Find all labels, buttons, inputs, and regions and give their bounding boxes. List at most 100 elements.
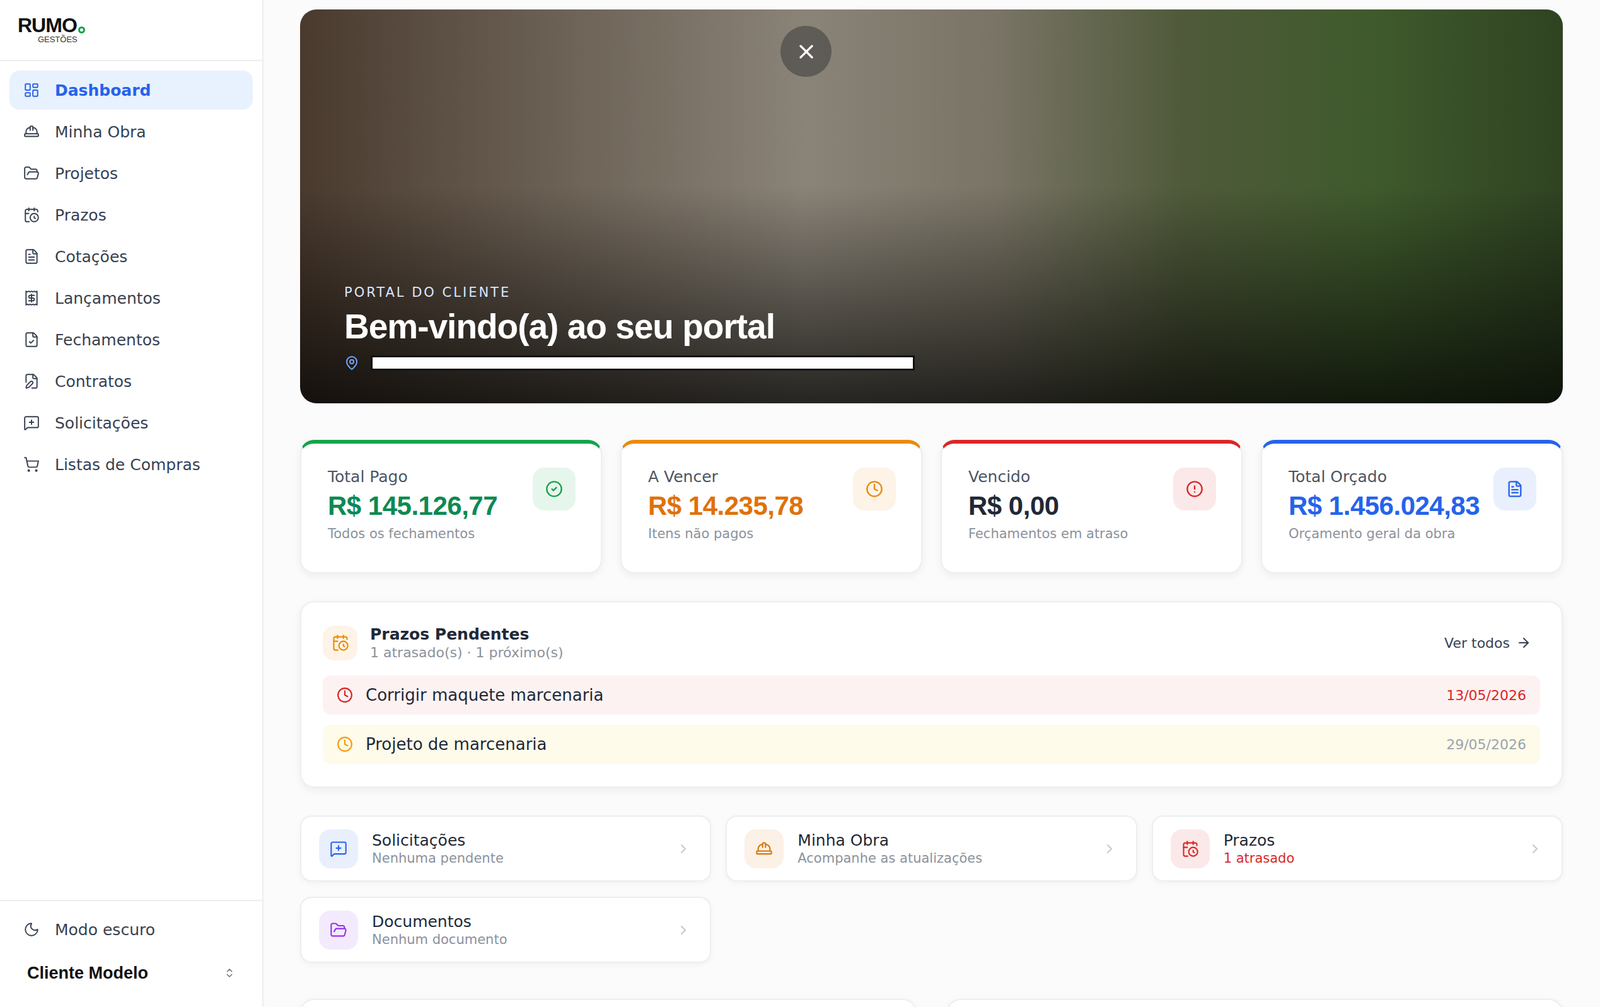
view-all-link[interactable]: Ver todos: [1444, 635, 1532, 652]
shortcut-note: Nenhuma pendente: [371, 851, 662, 867]
close-button[interactable]: [780, 25, 832, 77]
chevron-right-icon: [675, 841, 691, 857]
chevron-right-icon: [1527, 841, 1543, 857]
logo-name: RUMO: [17, 15, 77, 36]
stat-value: R$ 0,00: [968, 491, 1128, 522]
sidebar-item[interactable]: Listas de Compras: [9, 445, 253, 485]
stat-note: Orçamento geral da obra: [1288, 526, 1480, 542]
shortcut-text: SolicitaçõesNenhuma pendente: [371, 831, 662, 867]
shortcut-card[interactable]: DocumentosNenhum documento: [300, 897, 712, 964]
sidebar-item-label: Dashboard: [54, 81, 151, 100]
map-pin-icon: [344, 355, 360, 371]
sidebar-item[interactable]: Prazos: [9, 195, 253, 235]
stat-label: A Vencer: [648, 467, 804, 487]
shortcut-title: Documentos: [371, 912, 662, 932]
user-switcher[interactable]: Cliente Modelo: [9, 954, 253, 993]
hero-eyebrow: PORTAL DO CLIENTE: [344, 284, 1519, 301]
shortcut-icon-box: [1170, 829, 1210, 869]
deadline-row[interactable]: Corrigir maquete marcenaria 13/05/2026: [322, 675, 1541, 715]
app: RUMOGESTÕES Dashboard Minha Obra Projetos Pr…: [0, 0, 1600, 1007]
stat-text: A VencerR$ 14.235,78Itens não pagos: [648, 467, 804, 554]
arrow-right-icon: [1516, 635, 1532, 651]
stat-value: R$ 1.456.024,83: [1288, 491, 1480, 522]
sidebar-item[interactable]: Cotações: [9, 237, 253, 277]
stat-icon-box: [852, 467, 896, 511]
sidebar-item-label: Contratos: [54, 372, 132, 391]
calendar-icon: [331, 634, 350, 652]
shortcut-icon-box: [744, 829, 784, 869]
theme-toggle-label: Modo escuro: [54, 921, 156, 940]
shortcut-card[interactable]: Prazos1 atrasado: [1151, 815, 1563, 882]
chevron-right-icon: [1101, 841, 1118, 857]
sidebar-item[interactable]: Contratos: [9, 361, 253, 401]
stat-label: Total Pago: [327, 467, 498, 487]
sidebar-item[interactable]: Solicitações: [9, 403, 253, 443]
deadline-title: Projeto de marcenaria: [365, 735, 1434, 754]
sidebar-item-label: Lançamentos: [54, 289, 161, 308]
shortcut-card[interactable]: Minha ObraAcompanhe as atualizações: [725, 815, 1137, 882]
shortcut-card[interactable]: SolicitaçõesNenhuma pendente: [300, 815, 712, 882]
receipt-icon: [23, 289, 40, 307]
theme-toggle[interactable]: Modo escuro: [9, 914, 253, 946]
stats-grid: Total Pago R$ 145.126,77 Todos os fechamen…: [300, 440, 1563, 574]
shortcut-note: 1 atrasado: [1223, 851, 1514, 867]
cart-icon: [23, 456, 40, 473]
hardhat-icon: [23, 123, 40, 140]
stat-card: Total Pago R$ 145.126,77 Todos os fechamen…: [300, 440, 603, 574]
deadline-date: 13/05/2026: [1446, 687, 1527, 704]
deadline-date: 29/05/2026: [1446, 736, 1527, 753]
sidebar-item[interactable]: Fechamentos: [9, 320, 253, 360]
sidebar-item-label: Minha Obra: [54, 122, 147, 142]
logo[interactable]: RUMOGESTÕES: [17, 15, 86, 45]
bottom-grid: [300, 999, 1563, 1007]
stat-note: Fechamentos em atraso: [968, 526, 1128, 542]
deadline-title: Corrigir maquete marcenaria: [365, 685, 1434, 705]
hardhat-icon: [755, 840, 773, 858]
shortcut-icon-box: [318, 829, 359, 869]
moon-icon: [23, 921, 40, 939]
stat-note: Todos os fechamentos: [327, 526, 498, 542]
stat-value: R$ 14.235,78: [648, 491, 804, 522]
folder-icon: [329, 921, 348, 940]
logo-tagline: GESTÕES: [37, 35, 78, 45]
sidebar-item-label: Listas de Compras: [54, 455, 201, 475]
stat-card: A VencerR$ 14.235,78Itens não pagos: [620, 440, 923, 574]
alert-circle-icon: [1185, 480, 1204, 499]
shortcut-title: Prazos: [1223, 831, 1514, 850]
sidebar-item[interactable]: Lançamentos: [9, 278, 253, 318]
shortcut-text: DocumentosNenhum documento: [371, 912, 662, 948]
stat-text: Total Pago R$ 145.126,77 Todos os fechamen…: [327, 467, 498, 554]
chevrons-up-down-icon: [223, 967, 236, 980]
logo-area: RUMOGESTÕES: [0, 0, 263, 62]
file-pen-icon: [23, 373, 40, 390]
shortcut-title: Minha Obra: [797, 831, 1088, 850]
document-icon: [1506, 480, 1524, 499]
deadlines-icon-box: [322, 626, 358, 661]
deadline-row[interactable]: Projeto de marcenaria 29/05/2026: [322, 724, 1541, 765]
stat-label: Vencido: [968, 467, 1128, 487]
sidebar-item[interactable]: Minha Obra: [9, 112, 253, 152]
clock-icon: [865, 480, 884, 499]
shortcut-note: Acompanhe as atualizações: [797, 851, 1088, 867]
calendar-icon: [1181, 840, 1200, 858]
sidebar-item-label: Cotações: [54, 247, 128, 267]
shortcut-title: Solicitações: [371, 831, 662, 850]
main-content: PORTAL DO CLIENTE Bem-vindo(a) ao seu por…: [263, 0, 1600, 1007]
shortcut-note: Nenhum documento: [371, 932, 662, 948]
calendar-icon: [23, 206, 40, 224]
hero-banner: PORTAL DO CLIENTE Bem-vindo(a) ao seu por…: [300, 9, 1563, 404]
deadlines-header: Prazos Pendentes1 atrasado(s) · 1 próxim…: [322, 625, 1541, 661]
sidebar-item[interactable]: Projetos: [9, 153, 253, 193]
sidebar-item[interactable]: Dashboard: [9, 70, 253, 110]
check-circle-icon: [545, 480, 563, 499]
document-icon: [23, 248, 40, 265]
stat-label: Total Orçado: [1288, 467, 1480, 487]
shortcuts-grid: SolicitaçõesNenhuma pendente Minha ObraAc…: [300, 815, 1563, 964]
stat-value: R$ 145.126,77: [327, 491, 498, 522]
hero-title: Bem-vindo(a) ao seu portal: [344, 306, 1519, 347]
sidebar-item-label: Prazos: [54, 206, 107, 225]
deadlines-title: Prazos Pendentes: [370, 625, 1432, 644]
message-plus-icon: [329, 840, 348, 858]
stat-text: Vencido R$ 0,00 Fechamentos em atraso: [968, 467, 1128, 554]
stat-icon-box: [532, 467, 576, 511]
